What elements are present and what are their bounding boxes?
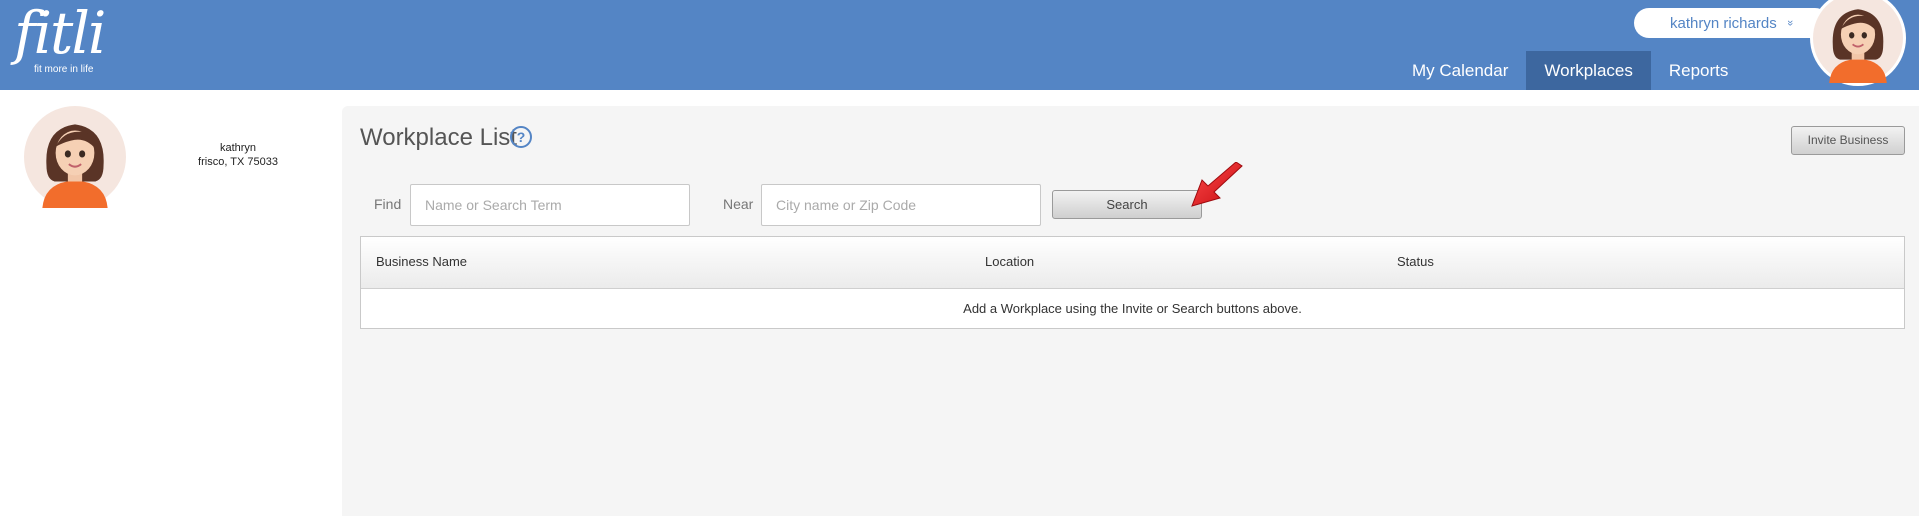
page-title: Workplace List	[360, 124, 517, 151]
user-menu-button[interactable]: kathryn richards »	[1634, 8, 1830, 38]
column-location[interactable]: Location	[985, 254, 1034, 269]
profile-sidebar: kathryn frisco, TX 75033	[0, 90, 342, 516]
nav-reports[interactable]: Reports	[1651, 51, 1747, 90]
main-panel: Workplace List ? Invite Business Find Ne…	[342, 106, 1919, 516]
help-icon[interactable]: ?	[510, 126, 532, 148]
profile-name: kathryn	[219, 142, 257, 154]
empty-table-message: Add a Workplace using the Invite or Sear…	[963, 301, 1302, 316]
nav-workplaces[interactable]: Workplaces	[1526, 51, 1651, 90]
header-avatar[interactable]	[1810, 0, 1906, 86]
workplace-table: Business Name Location Status Add a Work…	[360, 236, 1905, 329]
annotation-arrow-icon	[1191, 162, 1243, 207]
profile-avatar[interactable]	[24, 106, 126, 208]
column-status[interactable]: Status	[1397, 254, 1434, 269]
logo-text: fitli	[14, 0, 106, 67]
profile-location: frisco, TX 75033	[198, 156, 278, 168]
chevron-down-icon: »	[1783, 19, 1796, 27]
invite-business-button[interactable]: Invite Business	[1791, 126, 1905, 155]
main-nav: My Calendar Workplaces Reports	[1394, 51, 1746, 90]
near-label: Near	[723, 196, 754, 212]
table-header: Business Name Location Status	[361, 237, 1904, 289]
app-header: fitli fit more in life kathryn richards …	[0, 0, 1919, 90]
logo-tagline: fit more in life	[34, 64, 94, 75]
search-button[interactable]: Search	[1052, 190, 1202, 219]
user-menu-label: kathryn richards	[1670, 14, 1777, 32]
nav-my-calendar[interactable]: My Calendar	[1394, 51, 1526, 90]
find-label: Find	[374, 196, 402, 212]
avatar-image	[1813, 0, 1903, 83]
column-business-name[interactable]: Business Name	[376, 254, 467, 269]
fitli-logo[interactable]: fitli fit more in life	[14, 0, 106, 75]
avatar-image	[24, 106, 126, 208]
near-input[interactable]	[761, 184, 1041, 226]
find-input[interactable]	[410, 184, 690, 226]
